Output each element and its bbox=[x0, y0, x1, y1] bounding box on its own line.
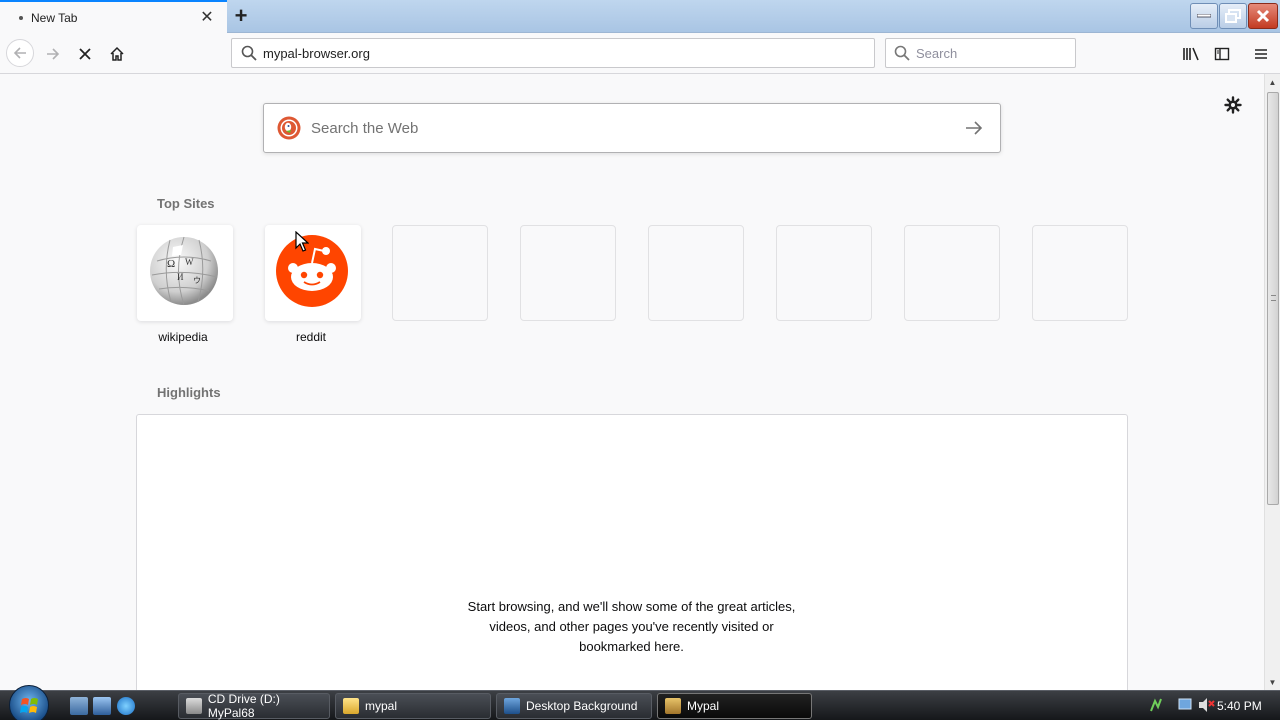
web-search-box[interactable]: Search the Web bbox=[263, 103, 1001, 153]
search-placeholder: Search bbox=[916, 45, 958, 61]
web-search-placeholder: Search the Web bbox=[311, 119, 419, 137]
highlights-empty-line: Start browsing, and we'll show some of t… bbox=[467, 599, 796, 614]
window-minimize-button[interactable] bbox=[1190, 3, 1218, 29]
mypal-browser-icon bbox=[665, 698, 681, 714]
search-bar[interactable]: Search bbox=[885, 38, 1076, 68]
svg-text:ウ: ウ bbox=[193, 276, 201, 285]
back-button[interactable] bbox=[6, 39, 34, 67]
search-go-button[interactable] bbox=[962, 116, 986, 140]
window-restore-button[interactable] bbox=[1219, 3, 1247, 29]
highlights-empty-message: Start browsing, and we'll show some of t… bbox=[420, 597, 843, 657]
safely-remove-icon bbox=[1150, 698, 1162, 712]
top-site-label: reddit bbox=[295, 330, 327, 344]
tab-close-icon[interactable]: ✕ bbox=[199, 9, 215, 26]
tray-icons bbox=[1150, 698, 1215, 712]
taskbar-item-label: Mypal bbox=[687, 699, 720, 713]
start-button[interactable] bbox=[9, 685, 49, 720]
arrow-right-icon bbox=[966, 121, 983, 135]
duckduckgo-icon bbox=[277, 116, 301, 140]
top-site-empty bbox=[648, 225, 744, 321]
svg-text:W: W bbox=[185, 257, 194, 267]
quicklaunch-desktop-icon[interactable] bbox=[93, 697, 111, 715]
library-button[interactable] bbox=[1178, 41, 1204, 67]
loading-indicator-icon bbox=[19, 15, 23, 20]
tab-title: New Tab bbox=[31, 10, 78, 25]
close-icon bbox=[1256, 9, 1270, 23]
display-icon bbox=[504, 698, 520, 714]
highlights-empty-line: bookmarked here. bbox=[579, 639, 684, 654]
search-icon bbox=[241, 45, 257, 61]
scroll-down-arrow-icon[interactable]: ▼ bbox=[1265, 674, 1280, 690]
highlights-empty-line: videos, and other pages you've recently … bbox=[489, 619, 774, 634]
home-icon bbox=[110, 46, 124, 61]
menu-button[interactable] bbox=[1248, 41, 1274, 67]
windows-logo-icon bbox=[20, 698, 38, 713]
taskbar-item-mypal-browser[interactable]: Mypal bbox=[657, 693, 812, 719]
taskbar-item-mypal-folder[interactable]: mypal bbox=[335, 693, 491, 719]
folder-icon bbox=[343, 698, 359, 714]
window-close-button[interactable] bbox=[1248, 3, 1278, 29]
drive-icon bbox=[186, 698, 202, 714]
library-icon bbox=[1183, 47, 1199, 61]
scroll-up-arrow-icon[interactable]: ▲ bbox=[1265, 74, 1280, 90]
taskbar-item-cd-drive[interactable]: CD Drive (D:) MyPal68 bbox=[178, 692, 330, 720]
navigation-toolbar: mypal-browser.org Search bbox=[0, 33, 1280, 74]
gear-icon bbox=[1224, 96, 1242, 114]
scrollbar-thumb[interactable] bbox=[1267, 92, 1279, 505]
home-button[interactable] bbox=[104, 41, 130, 67]
tab-new-tab[interactable]: New Tab ✕ bbox=[0, 0, 227, 33]
minimize-icon bbox=[1197, 14, 1211, 18]
quicklaunch-explorer-icon[interactable] bbox=[70, 697, 88, 715]
top-site-label: wikipedia bbox=[158, 330, 208, 344]
highlights-title: Highlights bbox=[157, 385, 221, 400]
search-icon bbox=[894, 45, 910, 61]
forward-arrow-icon bbox=[47, 48, 60, 60]
top-site-wikipedia[interactable]: Ω W И ウ bbox=[137, 225, 233, 321]
taskbar-item-desktop-background[interactable]: Desktop Background bbox=[496, 693, 652, 719]
new-tab-button[interactable]: + bbox=[230, 3, 252, 28]
volume-icon bbox=[1199, 698, 1207, 712]
network-icon bbox=[1178, 698, 1192, 710]
svg-text:И: И bbox=[177, 272, 184, 282]
sidebar-icon bbox=[1214, 47, 1230, 61]
vertical-scrollbar[interactable]: ▲ ▼ bbox=[1264, 74, 1280, 690]
url-bar[interactable]: mypal-browser.org bbox=[231, 38, 875, 68]
sidebar-button[interactable] bbox=[1209, 41, 1235, 67]
taskbar-clock[interactable]: 5:40 PM bbox=[1217, 699, 1262, 713]
taskbar-item-label: CD Drive (D:) MyPal68 bbox=[207, 692, 280, 720]
taskbar-item-label: mypal bbox=[365, 699, 398, 713]
customize-button[interactable] bbox=[1222, 94, 1244, 116]
taskbar: CD Drive (D:) MyPal68 mypal Desktop Back… bbox=[0, 685, 1280, 720]
quicklaunch-ie-icon[interactable] bbox=[117, 697, 135, 715]
svg-text:Ω: Ω bbox=[167, 258, 175, 270]
restore-icon bbox=[1225, 9, 1241, 23]
top-site-empty bbox=[904, 225, 1000, 321]
back-arrow-icon bbox=[13, 47, 26, 59]
reddit-logo-icon bbox=[276, 235, 348, 307]
top-site-empty bbox=[392, 225, 488, 321]
top-site-empty bbox=[776, 225, 872, 321]
scrollbar-grip-icon bbox=[1271, 295, 1276, 301]
stop-x-icon bbox=[79, 48, 91, 60]
new-tab-page: Search the Web Top Sites Ω W И ウ wikiped… bbox=[0, 74, 1264, 690]
taskbar-item-label: Desktop Background bbox=[526, 699, 638, 713]
top-site-empty bbox=[1032, 225, 1128, 321]
forward-button[interactable] bbox=[40, 41, 66, 67]
wikipedia-logo-icon: Ω W И ウ bbox=[150, 236, 218, 306]
mouse-cursor-icon bbox=[295, 231, 309, 252]
top-site-empty bbox=[520, 225, 616, 321]
url-text[interactable]: mypal-browser.org bbox=[263, 46, 370, 61]
stop-button[interactable] bbox=[72, 41, 98, 67]
hamburger-icon bbox=[1255, 49, 1267, 59]
tab-strip: New Tab ✕ + bbox=[0, 0, 1280, 33]
top-site-reddit[interactable] bbox=[265, 225, 361, 321]
top-sites-title: Top Sites bbox=[157, 196, 215, 211]
